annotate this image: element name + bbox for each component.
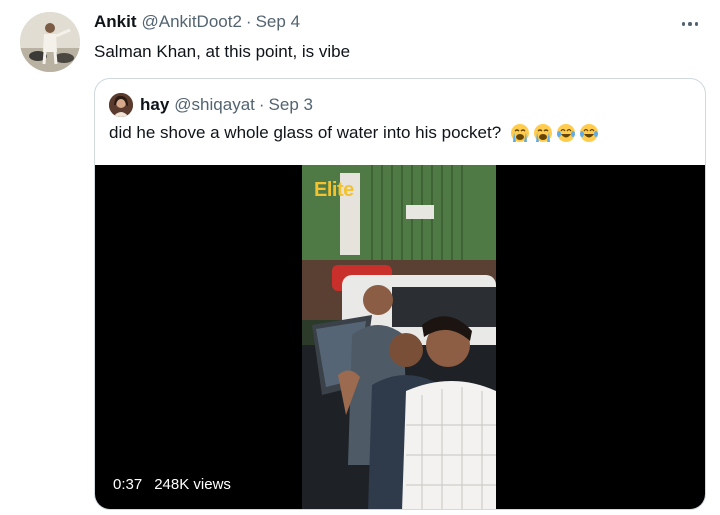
- video-views: 248K views: [154, 476, 231, 493]
- quoted-tweet[interactable]: hay @shiqayat · Sep 3 did he shove a who…: [94, 78, 706, 510]
- quoted-avatar-image: [109, 93, 133, 117]
- face-with-tears-of-joy-icon: [556, 123, 576, 143]
- video-meta: 0:37 248K views: [113, 476, 231, 493]
- author-avatar[interactable]: [20, 12, 80, 72]
- tweet-text: Salman Khan, at this point, is vibe: [94, 42, 351, 61]
- quoted-tweet-text: did he shove a whole glass of water into…: [109, 123, 502, 142]
- tweet[interactable]: Ankit @AnkitDoot2 · Sep 4 Salman Khan, a…: [0, 0, 720, 515]
- quoted-tweet-date: Sep 3: [268, 95, 313, 114]
- tweet-date[interactable]: Sep 4: [256, 12, 300, 32]
- quoted-tweet-text-row: did he shove a whole glass of water into…: [109, 123, 599, 143]
- video-duration: 0:37: [113, 476, 143, 493]
- quoted-author-avatar: [109, 93, 133, 117]
- quoted-author-handle: @shiqayat: [174, 95, 255, 114]
- loudly-crying-face-icon: [510, 123, 530, 143]
- face-with-tears-of-joy-icon: [579, 123, 599, 143]
- loudly-crying-face-icon: [533, 123, 553, 143]
- video-player[interactable]: Elite 0:37 248K views: [95, 165, 705, 509]
- quoted-author-name: hay: [140, 95, 170, 114]
- quoted-tweet-header: hay @shiqayat · Sep 3: [109, 93, 313, 117]
- tweet-header: Ankit @AnkitDoot2 · Sep 4: [94, 12, 300, 32]
- author-handle[interactable]: @AnkitDoot2: [142, 12, 242, 32]
- author-name[interactable]: Ankit: [94, 12, 137, 32]
- separator-dot: ·: [258, 95, 265, 114]
- play-video-button[interactable]: [95, 165, 705, 509]
- avatar-image: [20, 12, 80, 72]
- separator-dot: ·: [245, 12, 252, 31]
- more-horizontal-icon[interactable]: [678, 12, 702, 36]
